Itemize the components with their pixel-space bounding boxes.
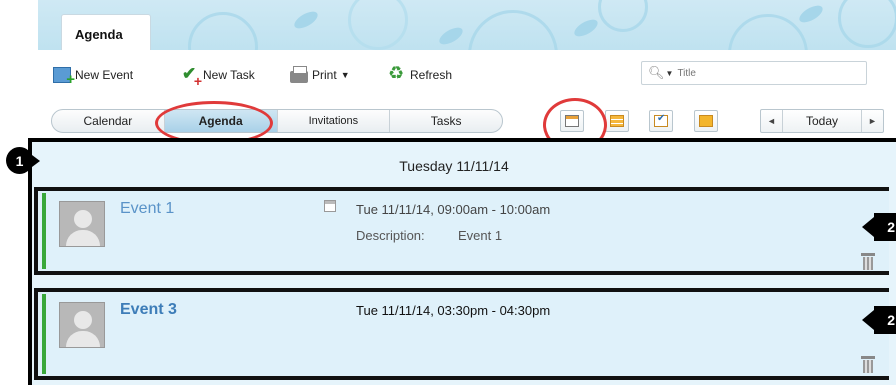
calendar-icon: [324, 200, 336, 212]
refresh-icon: [388, 63, 406, 84]
decorative-flower: [468, 10, 558, 50]
callout-pointer: [862, 217, 874, 237]
event-row[interactable]: Event 3 Tue 11/11/14, 03:30pm - 04:30pm: [34, 288, 889, 380]
event-title-link[interactable]: Event 3: [120, 301, 177, 319]
printer-icon: [290, 66, 308, 83]
event-time: Tue 11/11/14, 03:30pm - 04:30pm: [356, 303, 551, 318]
search-icon[interactable]: 🔍︎: [648, 65, 665, 81]
decorative-flower: [728, 14, 808, 50]
print-label: Print: [312, 68, 337, 82]
header-banner: [38, 0, 896, 50]
decorative-leaf: [436, 24, 466, 48]
search-input[interactable]: [677, 67, 828, 79]
decorative-leaf: [796, 2, 826, 26]
month-view-icon: [699, 115, 713, 127]
decorative-flower: [598, 0, 648, 32]
decorative-flower: [838, 0, 896, 48]
new-event-label: New Event: [75, 68, 134, 82]
tab-calendar[interactable]: Calendar: [52, 110, 165, 132]
event-time: Tue 11/11/14, 09:00am - 10:00am: [356, 202, 551, 217]
tab-tasks[interactable]: Tasks: [390, 110, 502, 132]
refresh-button[interactable]: Refresh: [388, 63, 453, 86]
today-button[interactable]: Today: [783, 114, 861, 128]
callout-marker-2: 2: [874, 213, 896, 241]
callout-pointer: [862, 310, 874, 330]
decorative-leaf: [291, 8, 321, 32]
next-arrow-icon[interactable]: ►: [861, 110, 883, 132]
event-description: Event 1: [458, 228, 503, 243]
callout-marker-2: 2: [874, 306, 896, 334]
week-view-icon: [610, 115, 624, 127]
tab-agenda-header[interactable]: Agenda: [61, 14, 151, 50]
new-event-icon: [53, 67, 75, 88]
avatar: [59, 201, 105, 247]
month-view-button[interactable]: [694, 110, 718, 132]
toolbar: New Event New Task Print ▼ Refresh 🔍︎ ▼: [38, 50, 896, 96]
event-description-label: Description:: [356, 228, 425, 243]
date-navigation: ◄ Today ►: [760, 109, 884, 133]
decorative-flower: [348, 0, 408, 50]
view-tabs: Calendar Agenda Invitations Tasks: [51, 109, 503, 133]
new-event-button[interactable]: New Event: [53, 64, 134, 88]
search-options-caret-icon[interactable]: ▼: [666, 69, 674, 78]
refresh-label: Refresh: [410, 68, 453, 82]
event-status-bar: [42, 193, 46, 269]
agenda-date-header: Tuesday 11/11/14: [399, 158, 509, 174]
print-button[interactable]: Print ▼: [290, 64, 350, 86]
tab-invitations[interactable]: Invitations: [278, 110, 391, 132]
search-box: 🔍︎ ▼: [641, 61, 867, 85]
event-status-bar: [42, 294, 46, 374]
chevron-down-icon: ▼: [340, 70, 350, 80]
trash-icon[interactable]: [861, 253, 875, 271]
event-title-link[interactable]: Event 1: [120, 200, 174, 218]
work-week-view-button[interactable]: [649, 110, 673, 132]
avatar: [59, 302, 105, 348]
decorative-flower: [188, 12, 258, 50]
work-week-view-icon: [654, 113, 668, 127]
new-task-button[interactable]: New Task: [181, 64, 255, 89]
new-task-icon: [181, 64, 202, 89]
decorative-leaf: [571, 16, 601, 40]
week-view-button[interactable]: [605, 110, 629, 132]
event-row[interactable]: Event 1 Tue 11/11/14, 09:00am - 10:00am …: [34, 187, 889, 275]
callout-pointer: [28, 152, 40, 170]
trash-icon[interactable]: [861, 356, 875, 374]
previous-arrow-icon[interactable]: ◄: [761, 110, 783, 132]
new-task-label: New Task: [203, 68, 255, 82]
